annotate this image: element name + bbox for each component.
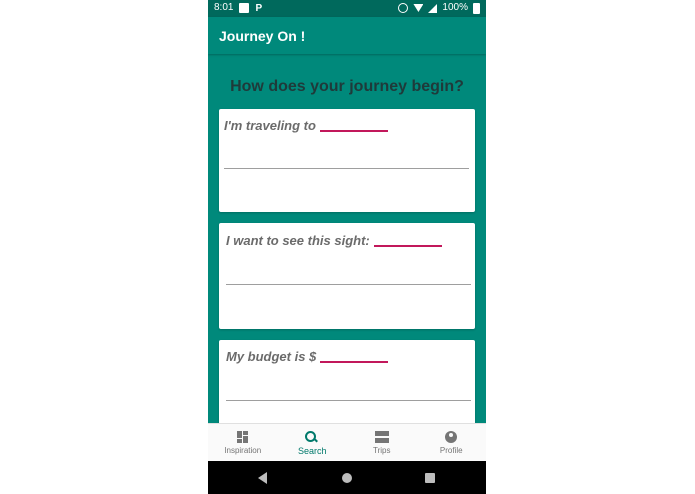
app-bar: Journey On ! (208, 17, 486, 54)
sight-blank (373, 245, 442, 247)
nav-label-trips: Trips (373, 446, 391, 455)
phone-screen: 8:01 P 100% Journey On ! How does your j… (208, 0, 486, 494)
sight-card: I want to see this sight: (219, 223, 475, 329)
nav-item-trips[interactable]: Trips (347, 424, 417, 462)
search-icon (305, 430, 319, 443)
budget-input[interactable] (226, 400, 471, 401)
budget-blank (320, 361, 389, 363)
destination-blank (319, 130, 388, 132)
sight-label-text: I want to see this sight: (226, 233, 370, 248)
status-left: 8:01 P (214, 2, 262, 14)
app-title: Journey On ! (219, 28, 306, 44)
destination-input[interactable] (224, 168, 469, 169)
alarm-icon (398, 3, 409, 13)
sight-label: I want to see this sight: (226, 233, 442, 248)
status-right: 100% (398, 2, 480, 14)
budget-label-text: My budget is $ (226, 349, 317, 364)
dashboard-icon (236, 431, 250, 443)
budget-label: My budget is $ (226, 349, 389, 364)
battery-icon (473, 2, 480, 14)
photo-icon (239, 3, 250, 13)
signal-icon (428, 3, 438, 13)
wifi-icon (413, 4, 424, 12)
profile-icon (444, 431, 458, 443)
back-icon[interactable] (258, 472, 267, 484)
nav-item-profile[interactable]: Profile (417, 424, 487, 462)
destination-card: I'm traveling to (219, 109, 475, 212)
destination-label: I'm traveling to (224, 118, 388, 133)
page-question: How does your journey begin? (230, 78, 464, 95)
recents-icon[interactable] (425, 473, 435, 483)
nav-item-search[interactable]: Search (278, 424, 348, 462)
nav-item-inspiration[interactable]: Inspiration (208, 424, 278, 462)
nav-label-profile: Profile (439, 446, 463, 455)
trips-icon (374, 431, 389, 443)
destination-label-text: I'm traveling to (224, 118, 316, 133)
nav-label-inspiration: Inspiration (224, 446, 262, 455)
bottom-navigation: Inspiration Search Trips Profile (208, 423, 486, 462)
p-icon: P (255, 2, 263, 14)
nav-label-search: Search (297, 445, 327, 456)
status-bar: 8:01 P 100% (208, 0, 486, 17)
system-navigation-bar (208, 461, 486, 494)
sight-input[interactable] (226, 284, 471, 285)
status-time: 8:01 (214, 2, 234, 13)
battery-percent: 100% (442, 2, 468, 13)
home-icon[interactable] (342, 473, 352, 483)
